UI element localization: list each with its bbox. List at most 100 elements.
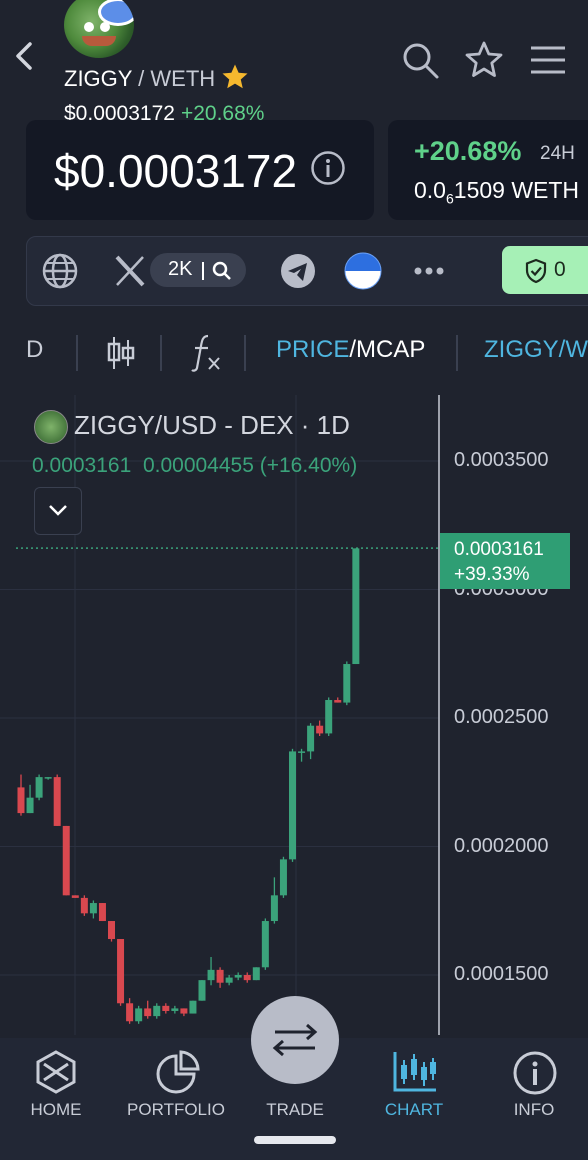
nav-trade-label[interactable]: TRADE xyxy=(240,1100,350,1120)
candle-body xyxy=(62,825,70,896)
candle-body xyxy=(270,895,278,922)
token-symbol: ZIGGY xyxy=(64,66,133,91)
mcap-option[interactable]: MCAP xyxy=(356,336,425,363)
legend-token-logo xyxy=(34,410,68,444)
collapse-legend-button[interactable] xyxy=(34,487,82,535)
nav-info-label: INFO xyxy=(513,1100,555,1119)
toolbar-divider xyxy=(160,335,162,371)
candle-body xyxy=(135,1008,143,1022)
info-icon xyxy=(513,1051,557,1095)
y-axis-tick-label: 0.0002000 xyxy=(454,834,549,857)
candle-body xyxy=(343,664,351,703)
last-price-tag: 0.0003161 +39.33% xyxy=(440,533,570,589)
candle-body xyxy=(225,977,233,983)
nav-portfolio-label: PORTFOLIO xyxy=(127,1100,225,1119)
globe-icon[interactable] xyxy=(41,252,79,290)
y-axis-tick-label: 0.0003500 xyxy=(454,449,549,471)
candle-body xyxy=(153,1005,161,1017)
security-audit-button[interactable]: 0 xyxy=(502,246,588,294)
y-axis-tick-label: 0.0001500 xyxy=(454,963,549,985)
favorite-star-icon[interactable] xyxy=(220,62,250,92)
candle-body xyxy=(53,777,61,826)
y-axis-tick-label: 0.0002500 xyxy=(454,706,549,728)
menu-icon[interactable] xyxy=(528,40,568,80)
candle-body xyxy=(189,1000,197,1014)
candle-body xyxy=(35,777,43,798)
candle-body xyxy=(289,751,296,860)
candle-body xyxy=(80,897,88,914)
candlestick-type-icon[interactable] xyxy=(106,336,136,370)
nav-chart[interactable]: CHART xyxy=(359,1050,469,1130)
change-24h: +20.68% xyxy=(414,136,522,166)
interval-selector[interactable]: D xyxy=(26,336,43,364)
indicators-fx-icon[interactable] xyxy=(190,334,222,372)
search-icon xyxy=(212,261,231,280)
nav-home-label: HOME xyxy=(30,1100,82,1119)
candle-body xyxy=(17,787,25,814)
search-icon[interactable] xyxy=(400,40,440,80)
candle-body xyxy=(126,1003,134,1022)
candle-body xyxy=(108,921,115,940)
toolbar-divider xyxy=(456,335,458,371)
legend-change: 0.00004455 (+16.40%) xyxy=(142,454,358,477)
price-tag-pct: +39.33% xyxy=(454,564,530,585)
candle-body xyxy=(71,895,79,898)
candle-body xyxy=(216,969,224,983)
change-period: 24H xyxy=(540,143,575,164)
candle-body xyxy=(198,980,206,1001)
candle-body xyxy=(234,975,242,978)
price-mcap-toggle[interactable]: PRICE/MCAP xyxy=(276,336,425,364)
candle-body xyxy=(279,859,287,896)
toolbar-divider xyxy=(244,335,246,371)
candle-body xyxy=(243,975,251,981)
audit-count: 0 xyxy=(554,258,566,281)
toolbar-divider xyxy=(76,335,78,371)
nav-home[interactable]: HOME xyxy=(1,1050,111,1130)
candle-body xyxy=(44,777,52,779)
nav-portfolio[interactable]: PORTFOLIO xyxy=(121,1050,231,1130)
swap-arrows-icon xyxy=(272,1023,318,1057)
nav-chart-label: CHART xyxy=(384,1100,444,1119)
telegram-icon[interactable] xyxy=(279,252,317,290)
watchlist-star-icon[interactable] xyxy=(464,40,504,80)
candle-body xyxy=(298,751,306,753)
pie-chart-icon xyxy=(156,1050,200,1094)
weth-price: 0.061509 WETH xyxy=(414,177,580,207)
legend-last-price: 0.0003161 xyxy=(32,454,132,477)
home-logo-icon xyxy=(36,1050,76,1094)
current-price: $0.0003172 xyxy=(54,145,298,197)
x-followers-count: 2K xyxy=(168,258,193,280)
candle-body xyxy=(26,797,34,814)
candle-body xyxy=(325,700,333,734)
trade-button[interactable] xyxy=(251,996,339,1084)
price-info-icon[interactable] xyxy=(310,150,346,186)
quote-symbol: WETH xyxy=(150,66,216,91)
candle-body xyxy=(89,903,97,914)
x-followers-pill[interactable]: 2K xyxy=(150,253,246,287)
x-twitter-icon[interactable] xyxy=(111,252,149,290)
price-option[interactable]: PRICE xyxy=(276,336,349,363)
candle-body xyxy=(316,725,324,734)
chart-legend-values: 0.0003161 0.00004455 (+16.40%) xyxy=(32,454,357,478)
candle-body xyxy=(307,725,315,752)
pair-label: ZIGGY / WETH xyxy=(64,66,216,91)
candle-body xyxy=(98,903,106,922)
price-tag-value: 0.0003161 xyxy=(454,539,544,560)
candle-body xyxy=(352,548,360,665)
pair-selector[interactable]: ZIGGY/W xyxy=(484,336,588,364)
candle-body xyxy=(252,967,260,981)
nav-info[interactable]: INFO xyxy=(479,1050,588,1130)
chart-candles-icon xyxy=(393,1052,436,1092)
candle-body xyxy=(171,1008,179,1011)
chart-legend-title: ZIGGY/USD - DEX · 1D xyxy=(74,410,350,440)
chain-logo-icon[interactable] xyxy=(344,252,382,290)
more-options-icon[interactable] xyxy=(410,252,448,290)
home-indicator xyxy=(254,1136,336,1144)
shield-check-icon xyxy=(525,258,547,284)
candles xyxy=(17,548,360,1024)
candle-body xyxy=(117,939,125,1004)
back-icon[interactable] xyxy=(10,36,40,76)
candle-body xyxy=(207,969,215,981)
candle-body xyxy=(144,1008,152,1017)
candle-body xyxy=(162,1005,170,1011)
